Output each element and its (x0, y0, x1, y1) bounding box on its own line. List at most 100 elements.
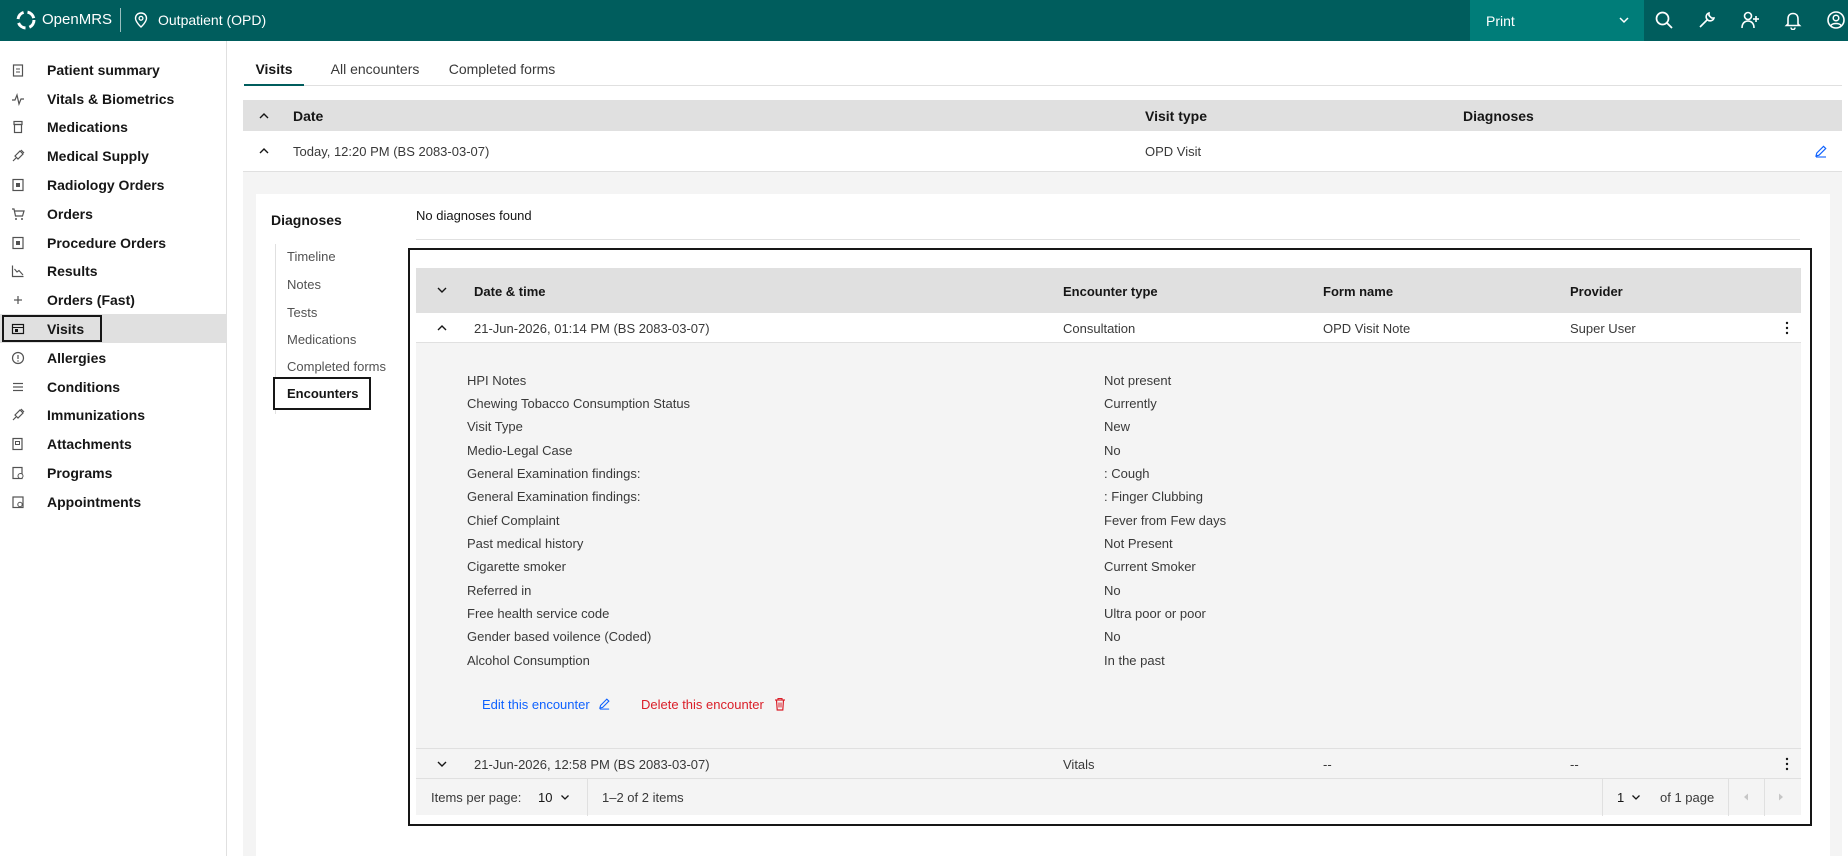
plus-icon (14, 296, 22, 304)
observation-value: In the past (1104, 653, 1165, 668)
observation-value: Fever from Few days (1104, 513, 1227, 528)
nav-item-visits[interactable]: Visits (0, 314, 227, 343)
nav-label: Vitals & Biometrics (47, 91, 175, 107)
nav-item-patient-summary[interactable]: Patient summary (0, 55, 227, 84)
chevron-down-icon[interactable] (1631, 792, 1641, 802)
print-label: Print (1486, 13, 1515, 29)
nav-label: Appointments (47, 494, 142, 510)
encounter-provider: Super User (1570, 321, 1636, 336)
nav-item-medications[interactable]: Medications (0, 112, 227, 141)
programs-icon (12, 466, 24, 480)
next-page-icon[interactable] (1776, 792, 1786, 802)
nav-item-results[interactable]: Results (0, 256, 227, 285)
tab-all-encounters[interactable]: All encounters (314, 52, 436, 86)
side-link-encounters[interactable]: Encounters (273, 377, 371, 410)
side-link-tests[interactable]: Tests (287, 305, 317, 320)
nav-label: Visits (47, 321, 85, 337)
column-header-encounter-type[interactable]: Encounter type (1063, 284, 1158, 299)
side-link-encounters-label: Encounters (287, 386, 359, 401)
edit-pencil-icon[interactable] (598, 697, 611, 710)
edit-encounter-button[interactable]: Edit this encounter (482, 697, 590, 712)
items-range-text: 1–2 of 2 items (602, 790, 684, 805)
previous-page-icon[interactable] (1741, 792, 1751, 802)
observation-value: No (1104, 629, 1121, 644)
side-link-medications[interactable]: Medications (287, 332, 356, 347)
divider (416, 239, 1800, 240)
chevron-up-icon[interactable] (258, 110, 270, 122)
diagnoses-title: Diagnoses (271, 212, 342, 228)
page-count-text: of 1 page (1660, 790, 1715, 805)
side-link-completed-forms[interactable]: Completed forms (287, 359, 386, 374)
print-dropdown-button[interactable]: Print (1470, 0, 1644, 41)
vaccine-icon (12, 408, 25, 421)
nav-item-attachments[interactable]: Attachments (0, 429, 227, 458)
observation-label: Referred in (467, 583, 532, 598)
observation-label: Cigarette smoker (467, 559, 566, 574)
notification-icon[interactable] (1783, 10, 1803, 30)
nav-item-appointments[interactable]: Appointments (0, 487, 227, 516)
visits-table-header: Date Visit type Diagnoses (243, 100, 1842, 131)
visit-row[interactable]: Today, 12:20 PM (BS 2083-03-07) OPD Visi… (243, 131, 1842, 172)
observation-label: General Examination findings: (467, 489, 641, 504)
location-pin-icon (134, 12, 148, 28)
calendar-icon (12, 496, 24, 509)
tab-completed-forms[interactable]: Completed forms (440, 52, 564, 86)
add-patient-icon[interactable] (1740, 10, 1760, 30)
nav-item-radiology-orders[interactable]: Radiology Orders (0, 170, 227, 199)
encounter-row[interactable]: 21-Jun-2026, 01:14 PM (BS 2083-03-07) Co… (416, 313, 1801, 343)
nav-item-procedure-orders[interactable]: Procedure Orders (0, 228, 227, 257)
tab-visits[interactable]: Visits (244, 52, 304, 86)
column-header-visit-type[interactable]: Visit type (1145, 108, 1207, 124)
column-header-date-time[interactable]: Date & time (474, 284, 546, 299)
delete-encounter-button[interactable]: Delete this encounter (641, 697, 764, 712)
column-header-date[interactable]: Date (293, 108, 323, 124)
nav-item-medical-supply[interactable]: Medical Supply (0, 141, 227, 170)
nav-item-conditions[interactable]: Conditions (0, 372, 227, 401)
column-header-provider[interactable]: Provider (1570, 284, 1623, 299)
chevron-up-icon[interactable] (258, 145, 270, 157)
attachment-icon (12, 437, 23, 451)
side-link-notes[interactable]: Notes (287, 277, 321, 292)
nav-label: Orders (Fast) (47, 292, 135, 308)
divider (1728, 779, 1729, 816)
nav-label: Conditions (47, 379, 121, 395)
nav-item-allergies[interactable]: Allergies (0, 343, 227, 372)
session-location[interactable]: Outpatient (OPD) (158, 12, 266, 28)
clipboard-icon (12, 64, 24, 77)
list-icon (13, 382, 23, 392)
observation-value: Current Smoker (1104, 559, 1196, 574)
column-header-form-name[interactable]: Form name (1323, 284, 1393, 299)
side-link-timeline[interactable]: Timeline (287, 249, 336, 264)
page-select[interactable]: 1 (1617, 790, 1624, 805)
nav-item-immunizations[interactable]: Immunizations (0, 400, 227, 429)
trash-icon[interactable] (774, 697, 786, 711)
encounter-row[interactable]: 21-Jun-2026, 12:58 PM (BS 2083-03-07) Vi… (416, 748, 1801, 778)
chevron-down-icon[interactable] (436, 284, 448, 296)
nav-item-vitals-biometrics[interactable]: Vitals & Biometrics (0, 84, 227, 113)
overflow-menu-icon[interactable] (1785, 757, 1789, 771)
encounter-type: Consultation (1063, 321, 1136, 336)
user-avatar-icon[interactable] (1826, 10, 1846, 30)
items-per-page-label: Items per page: (431, 790, 522, 805)
edit-pencil-icon[interactable] (1814, 144, 1828, 158)
overflow-menu-icon[interactable] (1785, 321, 1789, 335)
top-navigation-bar: OpenMRS Outpatient (OPD) Print (0, 0, 1848, 41)
search-icon[interactable] (1654, 10, 1674, 30)
column-header-diagnoses[interactable]: Diagnoses (1463, 108, 1534, 124)
wrench-icon[interactable] (1697, 10, 1717, 30)
nav-label: Medical Supply (47, 148, 149, 164)
warning-circle-icon (11, 351, 25, 365)
divider (120, 8, 121, 32)
chevron-down-icon[interactable] (436, 758, 448, 770)
observation-value: No (1104, 443, 1121, 458)
items-per-page-select[interactable]: 10 (538, 790, 552, 805)
observation-label: General Examination findings: (467, 466, 641, 481)
nav-item-programs[interactable]: Programs (0, 458, 227, 487)
pill-bottle-icon (13, 120, 23, 134)
encounter-type: Vitals (1063, 757, 1095, 772)
chevron-up-icon[interactable] (436, 322, 448, 334)
nav-item-orders-fast[interactable]: Orders (Fast) (0, 285, 227, 314)
chevron-down-icon[interactable] (560, 792, 570, 802)
nav-item-orders[interactable]: Orders (0, 199, 227, 228)
nav-label: Orders (47, 206, 93, 222)
